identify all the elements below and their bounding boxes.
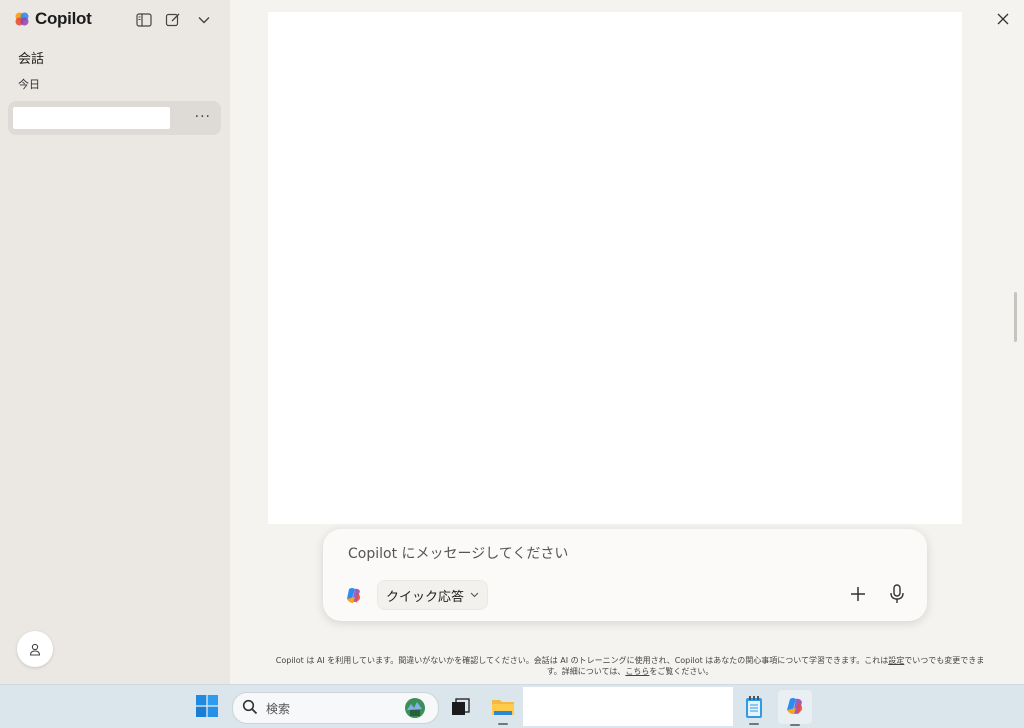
close-icon[interactable]: [994, 10, 1012, 28]
new-chat-icon[interactable]: [163, 10, 183, 30]
message-input[interactable]: Copilot にメッセージしてください: [348, 543, 568, 563]
file-explorer-icon[interactable]: [489, 693, 517, 725]
notepad-icon[interactable]: [740, 693, 768, 725]
brand-name: Copilot: [35, 9, 92, 28]
scrollbar-thumb[interactable]: [1014, 292, 1017, 342]
taskbar-blank-area: [523, 687, 733, 726]
main-area: Copilot にメッセージしてください クイック応答 Copilot は AI…: [230, 0, 1024, 684]
more-options-icon[interactable]: ···: [195, 109, 211, 125]
copilot-logo-icon: [15, 12, 29, 26]
search-icon: [242, 699, 258, 715]
active-indicator: [749, 723, 759, 725]
copilot-mode-icon: [347, 588, 361, 603]
profile-button[interactable]: [17, 631, 53, 667]
add-attachment-button[interactable]: [847, 583, 869, 605]
date-group-label: 今日: [18, 78, 40, 91]
mode-select-label: クイック応答: [386, 589, 465, 605]
plus-icon: [851, 587, 865, 601]
chevron-down-icon[interactable]: [194, 10, 214, 30]
search-placeholder: 検索: [266, 702, 291, 716]
sidebar-toggle-icon[interactable]: [134, 10, 154, 30]
taskbar-search[interactable]: 検索: [232, 692, 439, 724]
disclaimer-text-3: をご覧ください。: [649, 667, 714, 676]
search-highlight-icon: [405, 698, 425, 718]
copilot-logo[interactable]: Copilot: [14, 9, 92, 29]
sidebar: Copilot 会話 今日 ···: [0, 0, 230, 684]
microphone-button[interactable]: [885, 582, 909, 606]
microphone-icon: [890, 584, 904, 603]
conversation-item[interactable]: ···: [8, 101, 221, 135]
start-icon[interactable]: [196, 695, 218, 717]
message-composer: Copilot にメッセージしてください クイック応答: [323, 529, 927, 621]
conversation-title-input[interactable]: [13, 107, 170, 129]
chevron-down-icon: [470, 592, 479, 598]
settings-link[interactable]: 設定: [888, 656, 904, 665]
task-view-icon[interactable]: [447, 693, 475, 721]
disclaimer-text-1: Copilot は AI を利用しています。間違いがないかを確認してください。会…: [275, 656, 889, 665]
active-indicator: [790, 724, 800, 726]
copilot-taskbar-icon[interactable]: [778, 690, 812, 726]
conversations-heading: 会話: [18, 52, 45, 67]
mode-select[interactable]: クイック応答: [377, 580, 489, 610]
active-indicator: [498, 723, 508, 725]
ai-disclaimer: Copilot は AI を利用しています。間違いがないかを確認してください。会…: [270, 655, 990, 677]
conversation-canvas: [268, 12, 962, 524]
taskbar: 検索: [0, 684, 1024, 728]
learn-more-link[interactable]: こちら: [625, 667, 649, 676]
user-icon: [29, 643, 41, 656]
